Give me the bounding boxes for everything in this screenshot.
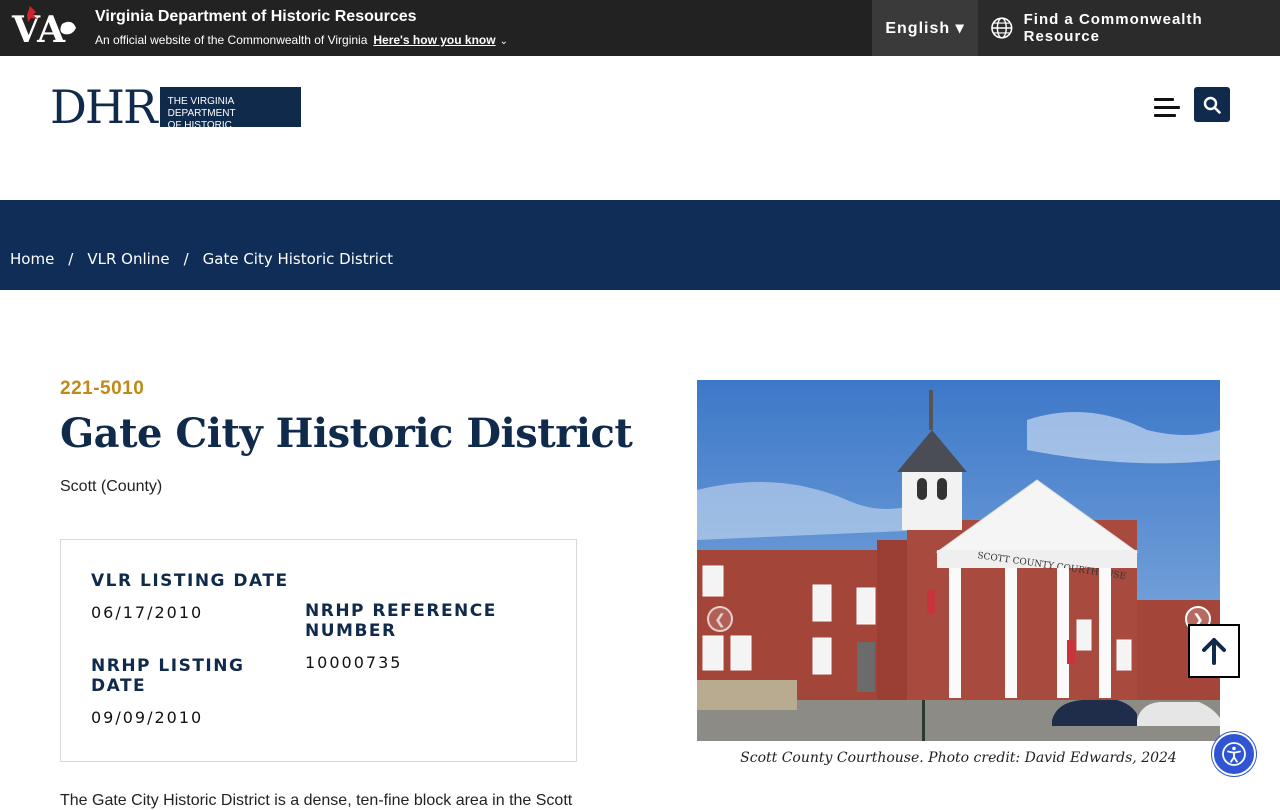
breadcrumb-separator: / <box>68 250 74 268</box>
official-site-text: An official website of the Commonwealth … <box>95 33 368 47</box>
nrhp-listing-date-label-line1: NRHP LISTING <box>91 656 245 676</box>
hamburger-icon[interactable] <box>1152 96 1180 120</box>
breadcrumb-separator: / <box>183 250 189 268</box>
site-header: DHR THE VIRGINIA DEPARTMENT OF HISTORIC … <box>0 56 1280 200</box>
intro-paragraph: The Gate City Historic District is a den… <box>60 792 573 809</box>
breadcrumb: Home / VLR Online / Gate City Historic D… <box>10 250 393 268</box>
breadcrumb-banner: Home / VLR Online / Gate City Historic D… <box>0 200 1280 290</box>
dhr-logo-tagline: THE VIRGINIA DEPARTMENT OF HISTORIC RESO… <box>159 87 301 143</box>
photo-caption: Scott County Courthouse. Photo credit: D… <box>740 750 1177 766</box>
carousel-prev-button[interactable]: ❮ <box>707 606 733 632</box>
breadcrumb-current: Gate City Historic District <box>202 250 394 268</box>
back-to-top-button[interactable] <box>1188 624 1240 678</box>
dhr-tagline-line1: THE VIRGINIA DEPARTMENT <box>167 96 236 119</box>
agency-name: Virginia Department of Historic Resource… <box>95 8 417 25</box>
nrhp-reference-value: 10000735 <box>305 653 403 672</box>
courthouse-photo: SCOTT COUNTY COURTHOUSE <box>697 380 1220 741</box>
language-selector[interactable]: English ▾ <box>872 0 978 56</box>
listing-info-card: VLR LISTING DATE 06/17/2010 NRHP REFEREN… <box>60 539 577 762</box>
find-resource-label: Find a Commonwealth Resource <box>1023 11 1203 45</box>
heres-how-you-know-link[interactable]: Here's how you know <box>373 33 495 47</box>
nrhp-reference-label-line2: NUMBER <box>305 621 397 641</box>
accessibility-button[interactable] <box>1212 732 1256 776</box>
nrhp-reference-label: NRHP REFERENCE NUMBER <box>305 601 497 641</box>
dhr-logo-letters: DHR <box>50 80 158 134</box>
dhr-tagline-line2: OF HISTORIC RESOURCES <box>167 120 232 143</box>
commonwealth-bar: VA Virginia Department of Historic Resou… <box>0 0 1280 56</box>
breadcrumb-home[interactable]: Home <box>10 250 54 268</box>
vlr-listing-date-label: VLR LISTING DATE <box>91 571 289 591</box>
resource-id: 221-5010 <box>60 378 145 399</box>
official-site-notice: An official website of the Commonwealth … <box>95 33 508 47</box>
accessibility-icon <box>1222 742 1246 766</box>
virginia-logo[interactable]: VA <box>10 4 80 51</box>
chevron-down-icon[interactable]: ⌄ <box>500 36 508 47</box>
breadcrumb-vlr-online[interactable]: VLR Online <box>87 250 169 268</box>
arrow-up-icon <box>1202 638 1226 665</box>
nrhp-reference-label-line1: NRHP REFERENCE <box>305 601 497 621</box>
chevron-left-icon: ❮ <box>714 610 726 627</box>
page-title: Gate City Historic District <box>60 410 633 457</box>
nrhp-listing-date-label: NRHP LISTING DATE <box>91 656 244 696</box>
county-name: Scott (County) <box>60 478 163 495</box>
find-commonwealth-resource-button[interactable]: Find a Commonwealth Resource <box>978 0 1280 56</box>
nrhp-listing-date-value: 09/09/2010 <box>91 708 204 727</box>
globe-icon <box>991 17 1013 39</box>
search-icon <box>1203 96 1221 114</box>
dhr-logo[interactable]: DHR THE VIRGINIA DEPARTMENT OF HISTORIC … <box>50 80 301 143</box>
nrhp-listing-date-label-line2: DATE <box>91 676 147 696</box>
svg-text:VA: VA <box>11 9 66 50</box>
search-button[interactable] <box>1194 87 1230 122</box>
vlr-listing-date-value: 06/17/2010 <box>91 603 204 622</box>
